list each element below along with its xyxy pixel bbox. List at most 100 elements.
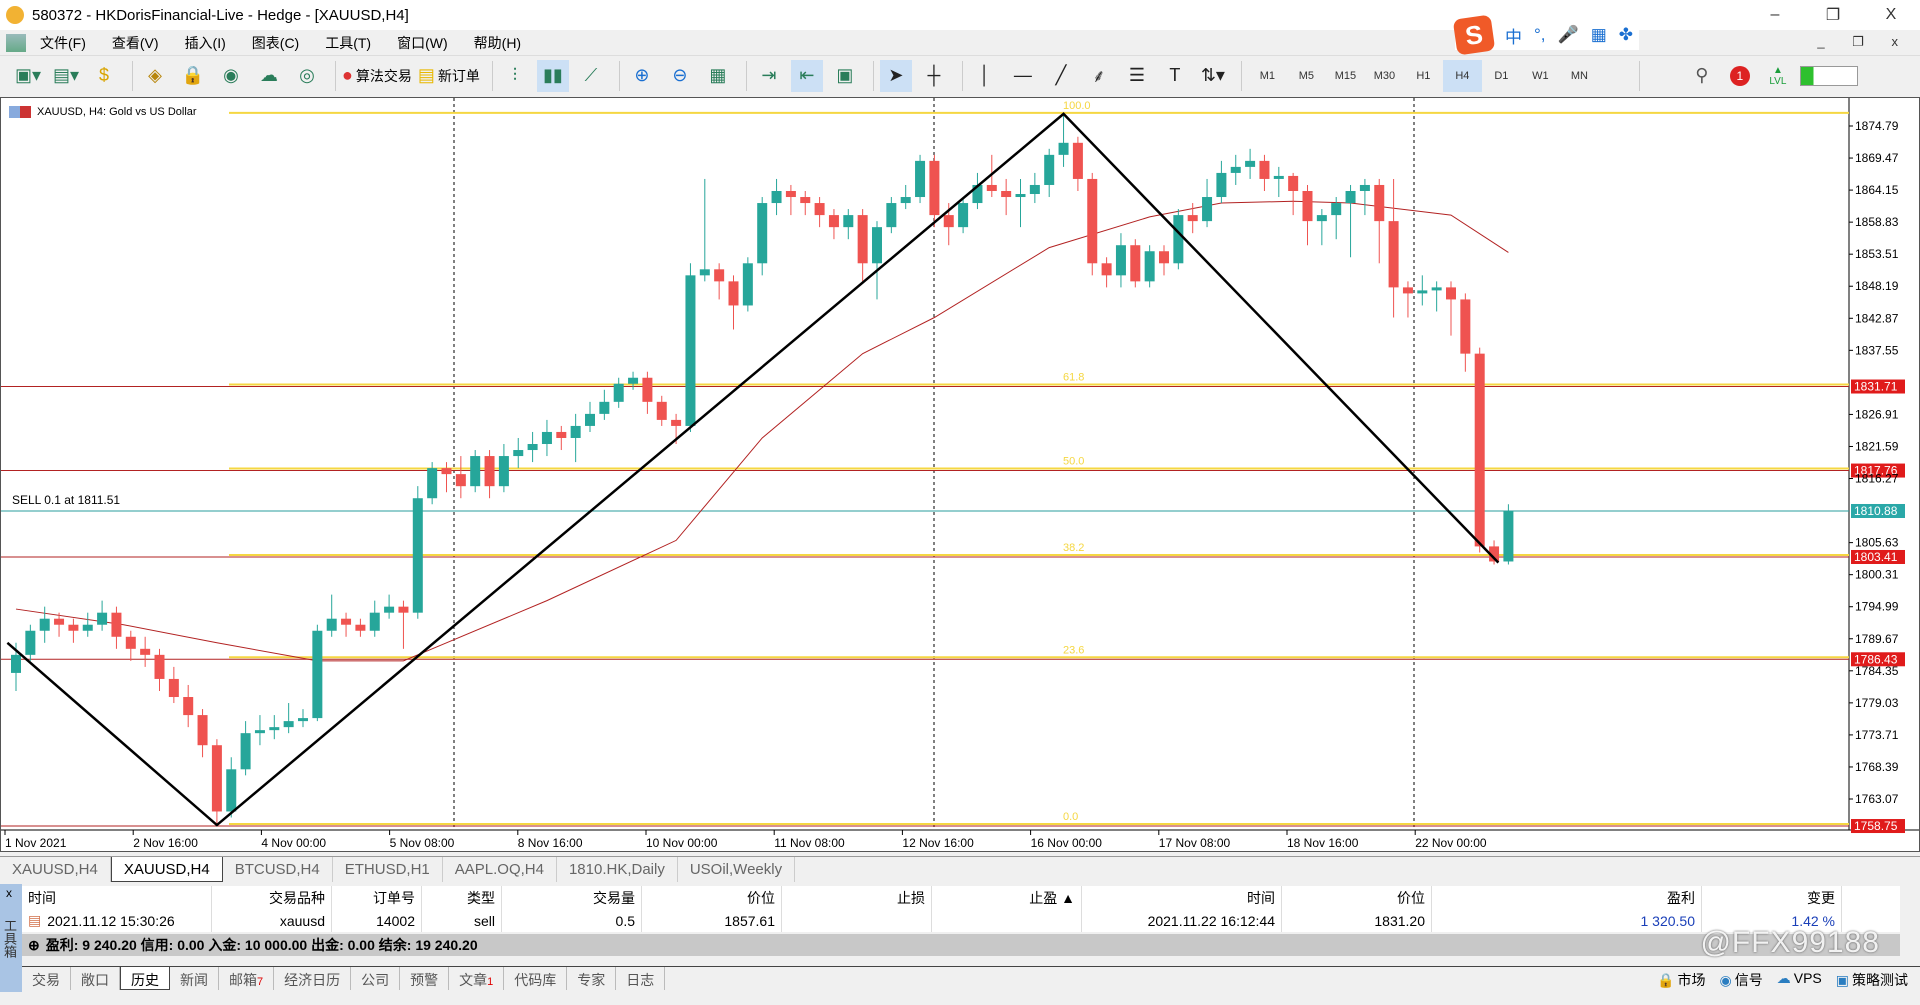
- timeframe-h4[interactable]: H4: [1442, 59, 1482, 92]
- trendline-icon[interactable]: ╱: [1045, 60, 1077, 92]
- line-chart-icon[interactable]: ⟋: [575, 60, 607, 92]
- ime-lang[interactable]: 中: [1505, 23, 1522, 48]
- toolbox-tab[interactable]: 新闻: [170, 967, 219, 990]
- cursor-icon[interactable]: ➤: [879, 59, 912, 92]
- column-header[interactable]: 止盈 ▲: [932, 886, 1082, 909]
- menu-help[interactable]: 帮助(H): [474, 33, 521, 53]
- vps-icon[interactable]: ☁: [253, 60, 285, 92]
- column-header[interactable]: 时间: [1082, 886, 1282, 909]
- toolbox-tab[interactable]: 历史: [120, 967, 170, 990]
- menu-window[interactable]: 窗口(W): [397, 33, 448, 53]
- column-header[interactable]: 价位: [1282, 886, 1432, 909]
- tile-windows-icon[interactable]: ▦: [702, 60, 734, 92]
- chart-tab[interactable]: BTCUSD,H4: [223, 857, 333, 882]
- algo-trading-button[interactable]: ● 算法交易: [342, 60, 412, 92]
- menu-insert[interactable]: 插入(I): [185, 33, 226, 53]
- market-icon[interactable]: 🔒: [177, 60, 209, 92]
- toolbox-link[interactable]: 🔒 市场: [1657, 970, 1705, 990]
- column-header[interactable]: 变更: [1702, 886, 1842, 909]
- microphone-icon[interactable]: 🎤: [1558, 25, 1579, 45]
- text-icon[interactable]: T: [1159, 60, 1191, 92]
- chart-shift-icon[interactable]: ⇤: [790, 59, 823, 92]
- candle: [872, 221, 882, 300]
- toolbox-tab[interactable]: 经济日历: [274, 967, 352, 990]
- crosshair-icon[interactable]: ┼: [918, 60, 950, 92]
- history-row[interactable]: ▤ 2021.11.12 15:30:26 xauusd 14002 sell 0.5 18…: [22, 909, 1900, 932]
- community-icon[interactable]: ◎: [291, 60, 323, 92]
- expand-icon[interactable]: ⊕: [28, 937, 40, 954]
- column-header[interactable]: 交易量: [502, 886, 642, 909]
- column-header[interactable]: 盈利: [1432, 886, 1702, 909]
- lvl-icon[interactable]: ▲ LVL: [1762, 60, 1794, 92]
- navigator-icon[interactable]: ◈: [139, 60, 171, 92]
- timeframe-m30[interactable]: M30: [1365, 60, 1404, 92]
- toolbox-link[interactable]: ☁ VPS: [1777, 970, 1822, 990]
- toolbox-tab[interactable]: 日志: [616, 967, 666, 990]
- market-watch-icon[interactable]: $: [88, 60, 120, 92]
- close-button[interactable]: X: [1862, 0, 1920, 30]
- elliott-icon[interactable]: ⸙: [1083, 60, 1115, 92]
- timeframe-w1[interactable]: W1: [1521, 60, 1560, 92]
- column-header[interactable]: 时间: [22, 886, 212, 909]
- timeframe-d1[interactable]: D1: [1482, 60, 1521, 92]
- toolbox-tab[interactable]: 文章1: [449, 967, 505, 990]
- menu-tools[interactable]: 工具(T): [325, 33, 371, 53]
- autoscroll-icon[interactable]: ⇥: [753, 60, 785, 92]
- column-header[interactable]: 价位: [642, 886, 782, 909]
- toolbox-side-label[interactable]: 工具箱: [0, 884, 22, 992]
- minimize-button[interactable]: –: [1746, 0, 1804, 30]
- toolbox-tab[interactable]: 专家: [567, 967, 617, 990]
- toolbox-tab[interactable]: 代码库: [504, 967, 568, 990]
- menu-charts[interactable]: 图表(C): [252, 33, 299, 53]
- toolbox-link[interactable]: ◉ 信号: [1720, 970, 1763, 990]
- signals-icon[interactable]: ◉: [215, 60, 247, 92]
- keyboard-icon[interactable]: ▦: [1591, 25, 1607, 45]
- time-tick-label: 17 Nov 08:00: [1159, 836, 1231, 850]
- arrows-icon[interactable]: ⇅▾: [1197, 60, 1229, 92]
- menu-view[interactable]: 查看(V): [112, 33, 159, 53]
- timeframe-m1[interactable]: M1: [1248, 60, 1287, 92]
- column-header[interactable]: 订单号: [332, 886, 422, 909]
- column-header[interactable]: 止损: [782, 886, 932, 909]
- vertical-line-icon[interactable]: │: [969, 60, 1001, 92]
- timeframe-m15[interactable]: M15: [1326, 60, 1365, 92]
- chart-window[interactable]: 100.0 61.8 1831.71 50.0 1817.76 38.2 1803.41 23…: [0, 97, 1920, 852]
- bar-chart-icon[interactable]: ⫶: [499, 60, 531, 92]
- toolbox-tab[interactable]: 邮箱7: [219, 967, 275, 990]
- restore-button[interactable]: ❐: [1804, 0, 1862, 30]
- chart-tab[interactable]: AAPL.OQ,H4: [443, 857, 557, 882]
- chart-tab[interactable]: ETHUSD,H1: [333, 857, 443, 882]
- zoom-out-icon[interactable]: ⊖: [664, 60, 696, 92]
- timeframe-m5[interactable]: M5: [1287, 60, 1326, 92]
- notifications-button[interactable]: 1: [1724, 60, 1756, 92]
- toolbox-tab[interactable]: 交易: [22, 967, 71, 990]
- toolbox-tab[interactable]: 敞口: [71, 967, 120, 990]
- column-header[interactable]: 交易品种: [212, 886, 332, 909]
- chart-tab[interactable]: XAUUSD,H4: [0, 857, 111, 882]
- search-icon[interactable]: ⚲: [1686, 60, 1718, 92]
- candlestick-chart-icon[interactable]: ▮▮: [536, 59, 569, 92]
- toolbox-link[interactable]: ▣ 策略测试: [1836, 970, 1908, 990]
- mdi-window-controls[interactable]: _ ❐ x: [1817, 34, 1910, 50]
- profiles-icon[interactable]: ▤▾: [50, 60, 82, 92]
- templates-icon[interactable]: ▣: [829, 60, 861, 92]
- fibonacci-icon[interactable]: ☰: [1121, 60, 1153, 92]
- chart-tab[interactable]: 1810.HK,Daily: [557, 857, 678, 882]
- toolbox-close-button[interactable]: x: [6, 886, 12, 900]
- ime-punct[interactable]: °,: [1534, 25, 1546, 45]
- ime-more-icon[interactable]: ✤: [1619, 25, 1633, 45]
- timeframe-mn[interactable]: MN: [1560, 60, 1599, 92]
- chart-tab[interactable]: USOil,Weekly: [678, 857, 796, 882]
- app-menu-icon[interactable]: [6, 33, 26, 52]
- price-chart[interactable]: 100.061.81831.7150.01817.7638.21803.4123…: [1, 98, 1919, 851]
- new-order-button[interactable]: ▤ 新订单: [418, 60, 480, 92]
- new-chart-icon[interactable]: ▣▾: [12, 60, 44, 92]
- column-header[interactable]: 类型: [422, 886, 502, 909]
- menu-file[interactable]: 文件(F): [40, 33, 86, 53]
- zoom-in-icon[interactable]: ⊕: [626, 60, 658, 92]
- timeframe-h1[interactable]: H1: [1404, 60, 1443, 92]
- horizontal-line-icon[interactable]: —: [1007, 60, 1039, 92]
- toolbox-tab[interactable]: 预警: [400, 967, 450, 990]
- chart-tab[interactable]: XAUUSD,H4: [110, 857, 223, 882]
- toolbox-tab[interactable]: 公司: [351, 967, 401, 990]
